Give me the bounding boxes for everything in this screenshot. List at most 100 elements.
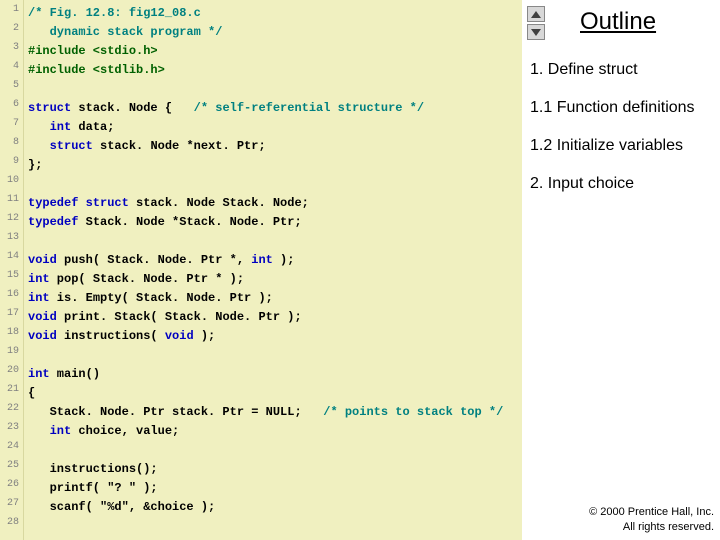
code-token: }; [28, 158, 42, 172]
line-number: 27 [0, 498, 23, 517]
code-token: /* points to stack top */ [323, 405, 503, 419]
outline-item: 2. Input choice [530, 174, 714, 194]
code-token: void [165, 329, 194, 343]
line-number: 19 [0, 346, 23, 365]
code-line [28, 346, 522, 365]
code-token: int [28, 291, 50, 305]
code-line: int data; [28, 118, 522, 137]
code-token: stack. Node Stack. Node; [129, 196, 309, 210]
code-token: data; [71, 120, 114, 134]
line-number: 20 [0, 365, 23, 384]
code-line: scanf( "%d", &choice ); [28, 498, 522, 517]
copyright: © 2000 Prentice Hall, Inc. All rights re… [589, 505, 714, 534]
code-token: #include <stdlib.h> [28, 63, 165, 77]
code-token: #include <stdio.h> [28, 44, 158, 58]
nav-icons [527, 6, 547, 42]
code-token: typedef struct [28, 196, 129, 210]
code-panel: 1234567891011121314151617181920212223242… [0, 0, 522, 540]
code-line [28, 441, 522, 460]
code-line: #include <stdio.h> [28, 42, 522, 61]
line-number: 24 [0, 441, 23, 460]
code-line: typedef Stack. Node *Stack. Node. Ptr; [28, 213, 522, 232]
code-token: print. Stack( Stack. Node. Ptr ); [57, 310, 302, 324]
code-token [28, 120, 50, 134]
code-line: }; [28, 156, 522, 175]
nav-next-button[interactable] [527, 24, 545, 40]
code-line: void push( Stack. Node. Ptr *, int ); [28, 251, 522, 270]
code-token: void [28, 253, 57, 267]
code-line: { [28, 384, 522, 403]
code-line: int pop( Stack. Node. Ptr * ); [28, 270, 522, 289]
code-token: stack. Node *next. Ptr; [93, 139, 266, 153]
code-line: Stack. Node. Ptr stack. Ptr = NULL; /* p… [28, 403, 522, 422]
line-number: 5 [0, 80, 23, 99]
code-token: struct [28, 101, 71, 115]
triangle-up-icon [531, 11, 541, 18]
code-line [28, 517, 522, 536]
line-number: 12 [0, 213, 23, 232]
line-number: 1 [0, 4, 23, 23]
code-token: instructions(); [28, 462, 158, 476]
code-token: printf( "? " ); [28, 481, 158, 495]
line-number: 4 [0, 61, 23, 80]
code-body: /* Fig. 12.8: fig12_08.c dynamic stack p… [24, 0, 522, 540]
code-token: void [28, 329, 57, 343]
code-line: void print. Stack( Stack. Node. Ptr ); [28, 308, 522, 327]
copyright-line: © 2000 Prentice Hall, Inc. [589, 505, 714, 519]
line-number: 13 [0, 232, 23, 251]
line-number: 16 [0, 289, 23, 308]
line-number: 11 [0, 194, 23, 213]
outline-title: Outline [580, 8, 656, 36]
line-number: 10 [0, 175, 23, 194]
code-token: /* self-referential structure */ [194, 101, 424, 115]
code-line: int main() [28, 365, 522, 384]
code-token: push( Stack. Node. Ptr *, [57, 253, 251, 267]
line-number: 22 [0, 403, 23, 422]
code-line: instructions(); [28, 460, 522, 479]
code-token: choice, value; [71, 424, 179, 438]
code-token: dynamic stack program */ [28, 25, 222, 39]
side-panel: Outline 1. Define struct 1.1 Function de… [522, 0, 720, 540]
code-token: is. Empty( Stack. Node. Ptr ); [50, 291, 273, 305]
triangle-down-icon [531, 29, 541, 36]
code-token: ); [273, 253, 295, 267]
line-number: 28 [0, 517, 23, 536]
code-token: void [28, 310, 57, 324]
copyright-line: All rights reserved. [589, 520, 714, 534]
code-line: void instructions( void ); [28, 327, 522, 346]
nav-prev-button[interactable] [527, 6, 545, 22]
code-token: int [28, 272, 50, 286]
code-token: Stack. Node *Stack. Node. Ptr; [78, 215, 301, 229]
code-token: { [28, 386, 35, 400]
code-token: scanf( "%d", &choice ); [28, 500, 215, 514]
line-number: 18 [0, 327, 23, 346]
code-line: struct stack. Node *next. Ptr; [28, 137, 522, 156]
code-line [28, 232, 522, 251]
code-token: struct [50, 139, 93, 153]
code-token: Stack. Node. Ptr stack. Ptr = NULL; [28, 405, 323, 419]
line-number: 6 [0, 99, 23, 118]
outline-item: 1.2 Initialize variables [530, 136, 714, 156]
code-token: pop( Stack. Node. Ptr * ); [50, 272, 244, 286]
code-line: printf( "? " ); [28, 479, 522, 498]
code-line [28, 175, 522, 194]
code-token: main() [50, 367, 100, 381]
code-line: struct stack. Node { /* self-referential… [28, 99, 522, 118]
line-number: 14 [0, 251, 23, 270]
line-number: 3 [0, 42, 23, 61]
code-line: #include <stdlib.h> [28, 61, 522, 80]
line-number: 15 [0, 270, 23, 289]
code-token [28, 424, 50, 438]
code-line: typedef struct stack. Node Stack. Node; [28, 194, 522, 213]
code-line: int is. Empty( Stack. Node. Ptr ); [28, 289, 522, 308]
outline-item: 1.1 Function definitions [530, 98, 714, 118]
line-number: 25 [0, 460, 23, 479]
line-number: 8 [0, 137, 23, 156]
outline-item: 1. Define struct [530, 60, 714, 80]
code-line: /* Fig. 12.8: fig12_08.c [28, 4, 522, 23]
code-token: ); [194, 329, 216, 343]
code-token: int [50, 424, 72, 438]
line-number: 7 [0, 118, 23, 137]
code-token: /* Fig. 12.8: fig12_08.c [28, 6, 201, 20]
line-number: 26 [0, 479, 23, 498]
